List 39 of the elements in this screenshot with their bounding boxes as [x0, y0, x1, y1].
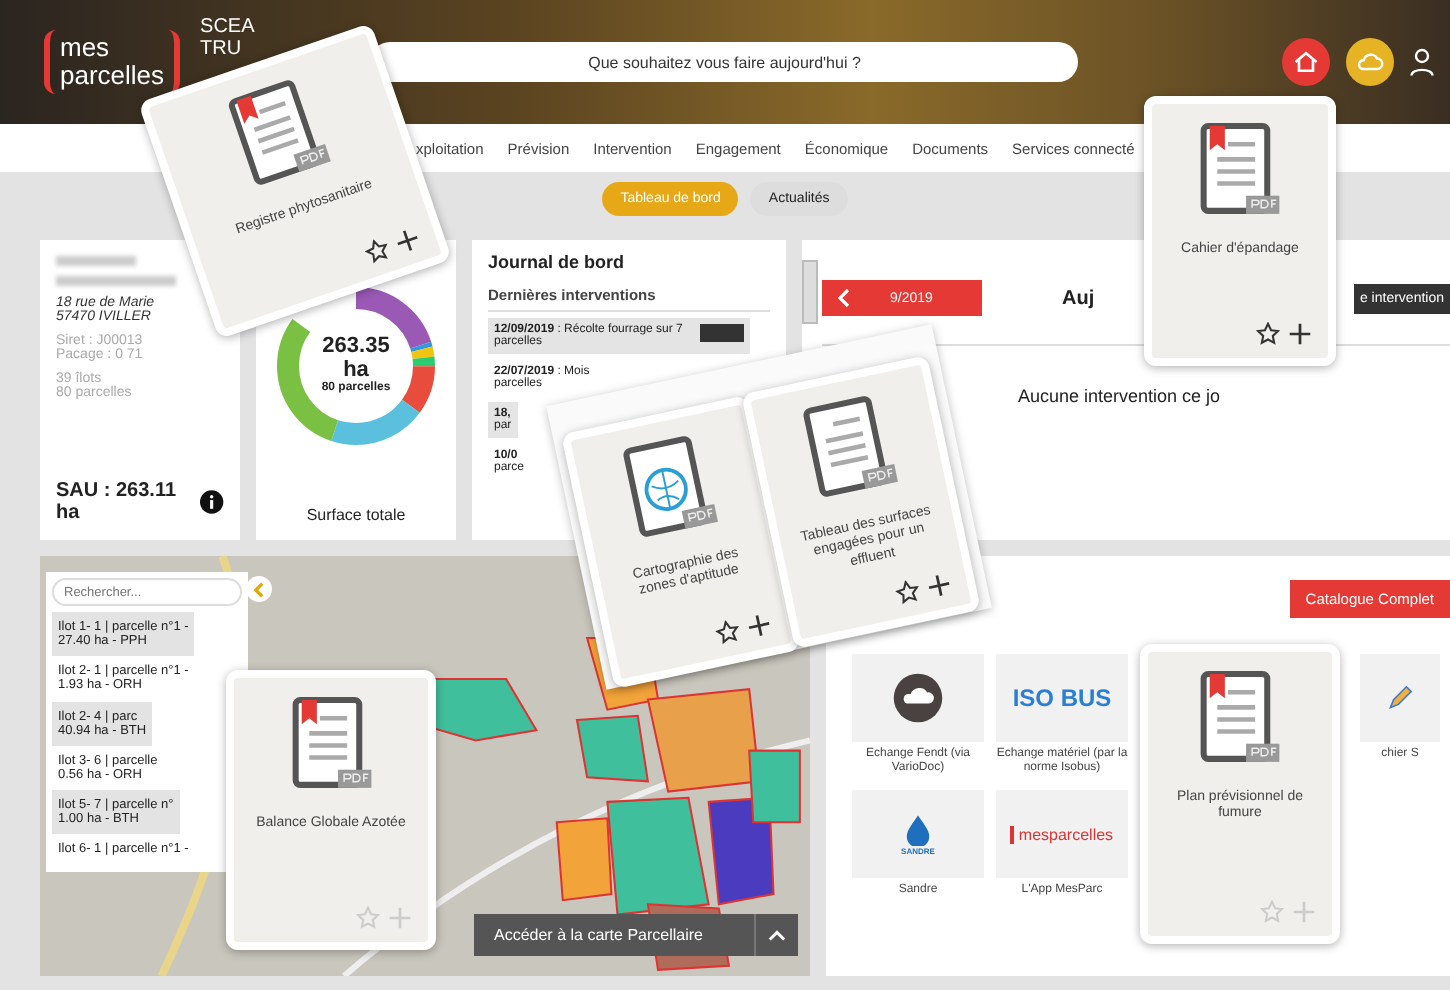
sau-total: SAU : 263.11 ha [56, 480, 179, 524]
open-map-button[interactable]: Accéder à la carte Parcellaire [474, 914, 754, 956]
isobus-logo: ISO BUS [1012, 684, 1112, 712]
journal-title: Journal de bord [488, 252, 627, 272]
scrollbar[interactable] [802, 260, 818, 324]
cloud-icon [890, 670, 946, 726]
surface-value: 263.35 [322, 336, 390, 360]
plus-icon[interactable] [392, 225, 423, 256]
service-tile[interactable]: mesparcelles [996, 790, 1128, 879]
user-icon[interactable] [1410, 46, 1434, 78]
star-icon[interactable] [893, 578, 922, 607]
home-icon [1292, 48, 1320, 76]
star-icon[interactable] [713, 618, 742, 647]
info-icon[interactable] [200, 490, 224, 514]
plus-icon[interactable] [1288, 322, 1312, 346]
cloud-icon [1356, 48, 1384, 76]
plus-icon[interactable] [744, 611, 774, 640]
service-tile[interactable]: ISO BUS [996, 654, 1128, 742]
plus-icon[interactable] [924, 571, 954, 600]
surface-unit: ha [343, 359, 369, 382]
pencil-icon [1384, 682, 1416, 714]
expand-button[interactable] [754, 914, 798, 956]
blurred-text [56, 276, 176, 286]
surface-label: Surface totale [306, 506, 406, 524]
empty-message: Aucune intervention ce jo [1016, 386, 1223, 406]
service-tile[interactable] [1360, 654, 1440, 742]
chevron-up-icon [768, 929, 786, 941]
home-button[interactable] [1282, 38, 1330, 86]
blurred-text [56, 256, 136, 266]
star-icon[interactable] [1256, 322, 1280, 346]
cloud-button[interactable] [1346, 38, 1394, 86]
service-tile[interactable] [852, 654, 984, 742]
account-name: TRU [200, 38, 244, 60]
star-icon[interactable] [362, 235, 393, 267]
account-name: SCEA [200, 16, 255, 38]
chevron-left-icon [838, 288, 850, 308]
app-logo: mesparcelles [1010, 825, 1114, 844]
chevron-left-icon [254, 581, 264, 597]
day-heading: Auj [1062, 287, 1095, 309]
